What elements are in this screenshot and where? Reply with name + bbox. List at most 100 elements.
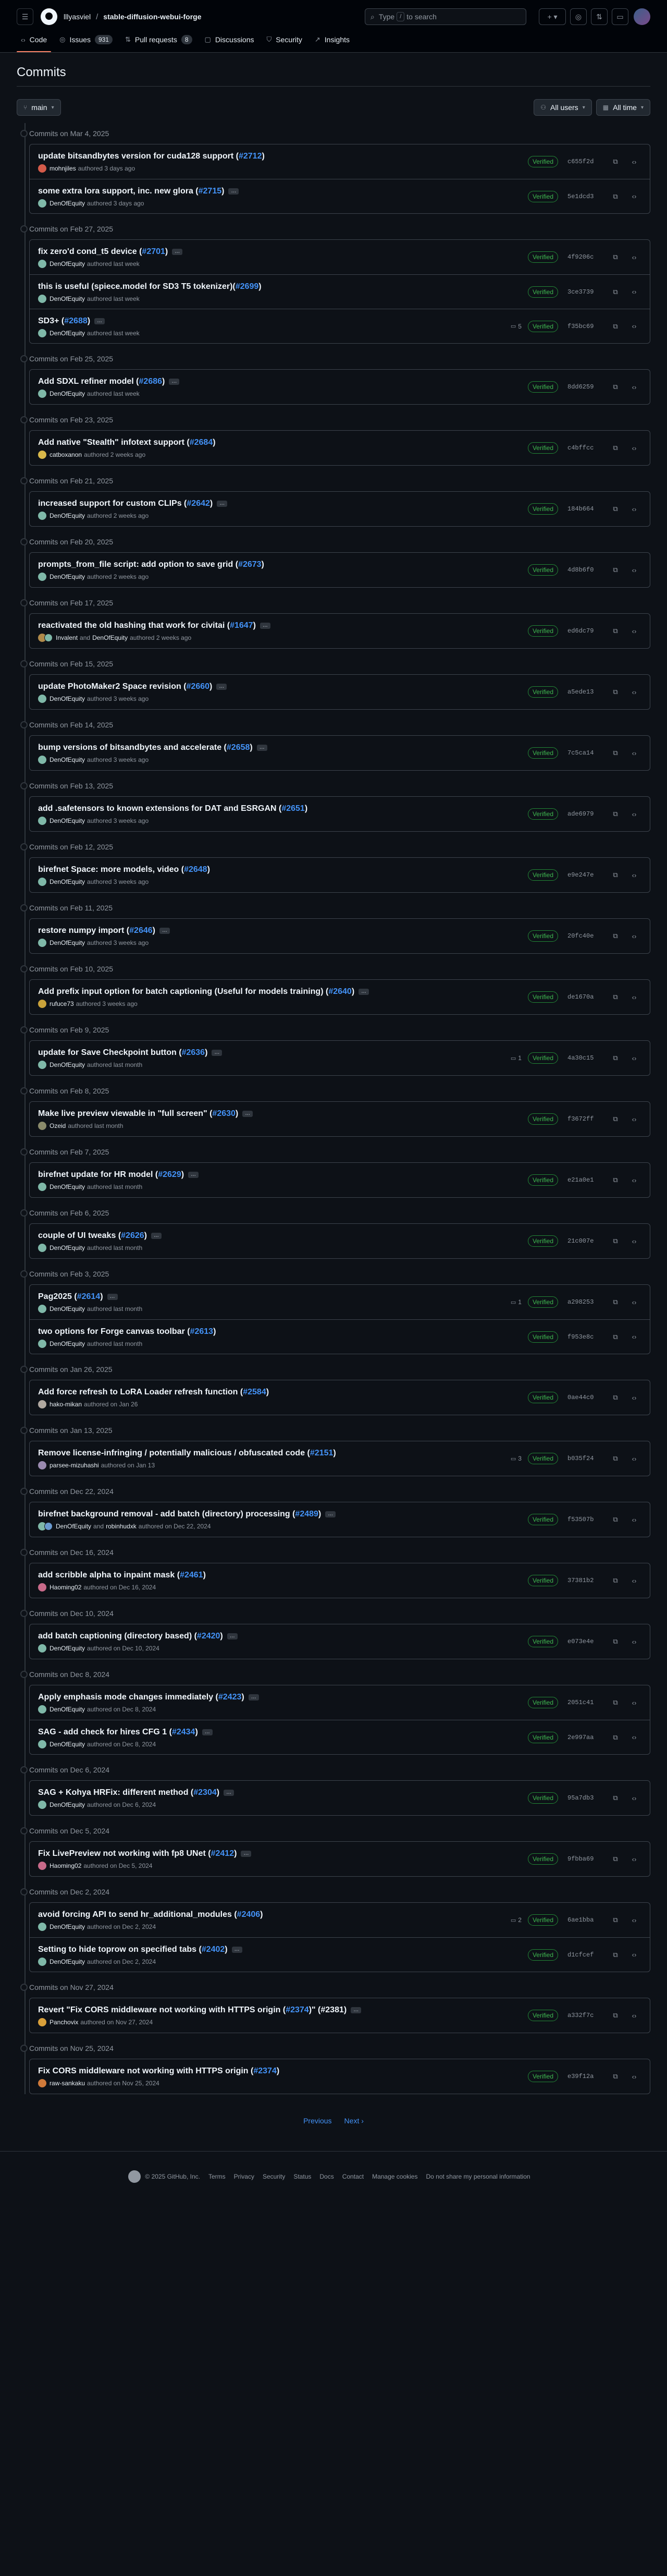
author-avatar[interactable] — [38, 573, 46, 581]
author-link[interactable]: Invalent — [56, 634, 78, 641]
commit-sha-link[interactable]: de1670a — [567, 993, 604, 1001]
commit-message-tail[interactable]: ) — [213, 1326, 216, 1338]
commit-message-link[interactable]: Remove license-infringing / potentially … — [38, 1448, 310, 1459]
pull-request-link[interactable]: #2461 — [180, 1570, 203, 1581]
author-link[interactable]: DenOfEquity — [56, 1523, 91, 1530]
verified-badge[interactable]: Verified — [527, 1514, 558, 1525]
browse-code-icon[interactable]: ‹› — [627, 2008, 641, 2023]
pull-request-link[interactable]: #2640 — [328, 986, 352, 998]
commit-message-link[interactable]: birefnet update for HR model ( — [38, 1169, 158, 1181]
expand-description-button[interactable]: … — [169, 379, 180, 385]
expand-description-button[interactable]: … — [248, 1694, 259, 1700]
expand-description-button[interactable]: … — [359, 989, 369, 995]
commit-message-link[interactable]: this is useful (spiece.model for SD3 T5 … — [38, 281, 236, 293]
pull-request-link[interactable]: #2584 — [243, 1387, 266, 1398]
commit-message-tail[interactable]: ) — [207, 864, 210, 876]
comments-count[interactable]: ▭ 5 — [511, 323, 522, 330]
browse-code-icon[interactable]: ‹› — [627, 746, 641, 760]
expand-description-button[interactable]: … — [242, 1111, 253, 1117]
commit-message-link[interactable]: Add prefix input option for batch captio… — [38, 986, 328, 998]
verified-badge[interactable]: Verified — [527, 1949, 558, 1961]
expand-description-button[interactable]: … — [325, 1511, 336, 1517]
commit-message-link[interactable]: bump versions of bitsandbytes and accele… — [38, 742, 227, 754]
expand-description-button[interactable]: … — [231, 1946, 242, 1953]
verified-badge[interactable]: Verified — [527, 991, 558, 1003]
author-link[interactable]: Ozeid — [50, 1122, 66, 1129]
author-avatar[interactable] — [44, 1522, 53, 1530]
verified-badge[interactable]: Verified — [527, 286, 558, 298]
comments-count[interactable]: ▭ 1 — [511, 1054, 522, 1062]
commit-message-link[interactable]: Add force refresh to LoRA Loader refresh… — [38, 1387, 243, 1398]
author-avatar[interactable] — [38, 294, 46, 303]
commit-sha-link[interactable]: 0ae44c0 — [567, 1394, 604, 1401]
copy-icon[interactable]: ⧉ — [608, 154, 623, 169]
author-avatar[interactable] — [38, 1122, 46, 1130]
verified-badge[interactable]: Verified — [527, 747, 558, 759]
browse-code-icon[interactable]: ‹› — [627, 624, 641, 638]
verified-badge[interactable]: Verified — [527, 2010, 558, 2021]
commit-message-tail[interactable]: ) — [262, 151, 264, 162]
pull-request-link[interactable]: #2304 — [193, 1787, 217, 1799]
github-logo-icon[interactable] — [41, 8, 57, 25]
commit-message-tail[interactable]: ) — [153, 925, 155, 937]
comments-count[interactable]: ▭ 1 — [511, 1298, 522, 1306]
verified-badge[interactable]: Verified — [527, 1453, 558, 1464]
commit-message-link[interactable]: Add SDXL refiner model ( — [38, 376, 139, 387]
pull-request-link[interactable]: #2613 — [190, 1326, 214, 1338]
commit-message-link[interactable]: Fix CORS middleware not working with HTT… — [38, 2065, 253, 2077]
verified-badge[interactable]: Verified — [527, 808, 558, 820]
author-link[interactable]: DenOfEquity — [50, 1061, 85, 1068]
browse-code-icon[interactable]: ‹› — [627, 154, 641, 169]
author-link[interactable]: DenOfEquity — [50, 878, 85, 885]
copy-icon[interactable]: ⧉ — [608, 285, 623, 299]
tab-issues[interactable]: ◎ Issues 931 — [55, 27, 117, 52]
footer-link[interactable]: Contact — [342, 2173, 364, 2180]
commit-message-tail[interactable]: ) — [253, 620, 256, 631]
pull-request-link[interactable]: #2489 — [295, 1509, 318, 1520]
commit-message-link[interactable]: update bitsandbytes version for cuda128 … — [38, 151, 239, 162]
commit-sha-link[interactable]: ed6dc79 — [567, 627, 604, 635]
commit-sha-link[interactable]: 2051c41 — [567, 1699, 604, 1706]
author-link[interactable]: robinhudxk — [106, 1523, 137, 1530]
browse-code-icon[interactable]: ‹› — [627, 285, 641, 299]
copy-icon[interactable]: ⧉ — [608, 1173, 623, 1187]
commit-message-tail[interactable]: ) — [305, 803, 307, 815]
copy-icon[interactable]: ⧉ — [608, 1051, 623, 1065]
pull-request-link[interactable]: #2434 — [172, 1727, 195, 1738]
commit-message-tail[interactable]: ) — [333, 1448, 336, 1459]
copy-icon[interactable]: ⧉ — [608, 624, 623, 638]
copy-icon[interactable]: ⧉ — [608, 1695, 623, 1710]
browse-code-icon[interactable]: ‹› — [627, 189, 641, 204]
commit-message-tail[interactable]: ) — [266, 1387, 269, 1398]
browse-code-icon[interactable]: ‹› — [627, 2069, 641, 2084]
commit-message-tail[interactable]: ) — [213, 437, 215, 448]
browse-code-icon[interactable]: ‹› — [627, 1112, 641, 1126]
author-avatar[interactable] — [38, 1000, 46, 1008]
verified-badge[interactable]: Verified — [527, 869, 558, 881]
author-link[interactable]: DenOfEquity — [50, 295, 85, 302]
pull-request-link[interactable]: #2712 — [239, 151, 262, 162]
browse-code-icon[interactable]: ‹› — [627, 250, 641, 264]
commit-message-link[interactable]: restore numpy import ( — [38, 925, 129, 937]
browse-code-icon[interactable]: ‹› — [627, 1913, 641, 1927]
author-avatar[interactable] — [38, 390, 46, 398]
copy-icon[interactable]: ⧉ — [608, 1234, 623, 1248]
expand-description-button[interactable]: … — [159, 928, 170, 934]
author-link[interactable]: DenOfEquity — [50, 1305, 85, 1313]
browse-code-icon[interactable]: ‹› — [627, 1173, 641, 1187]
pull-request-link[interactable]: #2648 — [184, 864, 207, 876]
browse-code-icon[interactable]: ‹› — [627, 1852, 641, 1866]
author-avatar[interactable] — [38, 260, 46, 268]
pull-request-link[interactable]: #2402 — [202, 1944, 225, 1955]
expand-description-button[interactable]: … — [188, 1172, 199, 1178]
comments-count[interactable]: ▭ 3 — [511, 1455, 522, 1462]
author-avatar[interactable] — [38, 1061, 46, 1069]
author-avatar[interactable] — [38, 1740, 46, 1748]
footer-link[interactable]: Terms — [208, 2173, 226, 2180]
commit-sha-link[interactable]: 95a7db3 — [567, 1794, 604, 1802]
create-new-button[interactable]: + ▾ — [539, 8, 566, 25]
browse-code-icon[interactable]: ‹› — [627, 807, 641, 821]
browse-code-icon[interactable]: ‹› — [627, 1051, 641, 1065]
commit-message-tail[interactable]: ) — [258, 281, 261, 293]
author-avatar[interactable] — [38, 1705, 46, 1714]
